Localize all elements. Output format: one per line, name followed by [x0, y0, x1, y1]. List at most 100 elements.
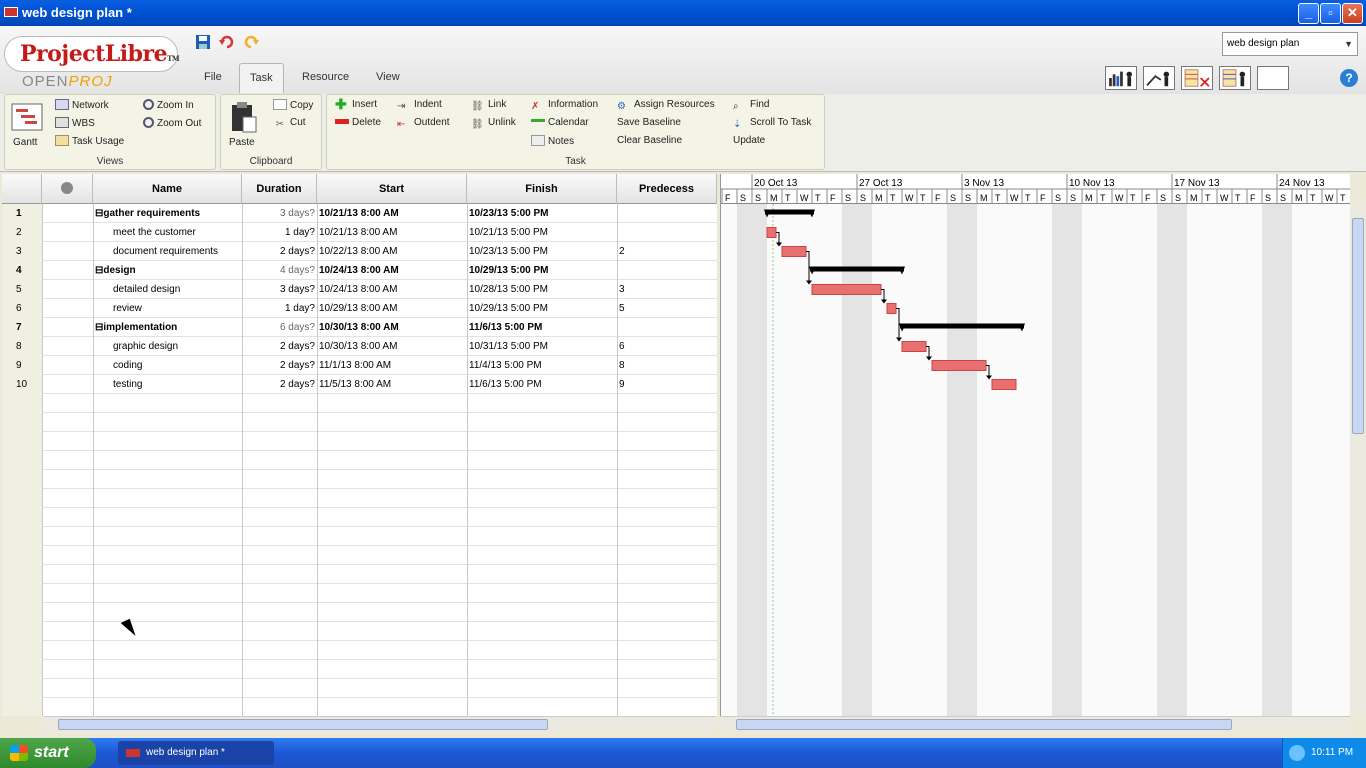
row-number[interactable]: 7 — [2, 318, 42, 337]
row-number[interactable] — [2, 470, 42, 489]
tab-task[interactable]: Task — [239, 63, 284, 93]
task-name[interactable]: detailed design — [93, 280, 242, 299]
task-predecessors[interactable] — [617, 318, 717, 337]
grid-horizontal-scrollbar[interactable] — [44, 716, 716, 732]
row-number[interactable] — [2, 622, 42, 641]
table-row[interactable] — [2, 584, 717, 603]
table-row[interactable] — [2, 603, 717, 622]
table-row[interactable] — [2, 470, 717, 489]
table-row[interactable] — [2, 451, 717, 470]
zoom-in-button[interactable]: Zoom In — [143, 99, 194, 111]
row-number[interactable] — [2, 698, 42, 716]
task-finish[interactable]: 10/29/13 5:00 PM — [467, 261, 617, 280]
network-button[interactable]: Network — [55, 99, 109, 111]
task-duration[interactable]: 1 day? — [242, 223, 315, 242]
outdent-button[interactable]: ⇤ Outdent — [397, 117, 450, 130]
table-row[interactable]: 10 testing 2 days? 11/5/13 8:00 AM 11/6/13 5… — [2, 375, 717, 394]
row-number[interactable] — [2, 565, 42, 584]
table-row[interactable] — [2, 546, 717, 565]
insert-button[interactable]: ✚ Insert — [335, 97, 377, 111]
delete-button[interactable]: Delete — [335, 117, 381, 128]
row-number[interactable]: 8 — [2, 337, 42, 356]
project-select[interactable]: web design plan ▼ — [1222, 32, 1358, 56]
task-usage-button[interactable]: Task Usage — [55, 135, 124, 147]
paste-button[interactable]: Paste — [229, 137, 255, 148]
task-finish[interactable]: 10/21/13 5:00 PM — [467, 223, 617, 242]
task-duration[interactable]: 3 days? — [242, 280, 315, 299]
table-row[interactable] — [2, 565, 717, 584]
task-name[interactable]: meet the customer — [93, 223, 242, 242]
task-finish[interactable]: 11/6/13 5:00 PM — [467, 318, 617, 337]
table-row[interactable]: 7 ⊟implementation 6 days? 10/30/13 8:00 AM 1… — [2, 318, 717, 337]
task-finish[interactable]: 10/29/13 5:00 PM — [467, 299, 617, 318]
row-number[interactable]: 4 — [2, 261, 42, 280]
row-number[interactable]: 1 — [2, 204, 42, 223]
indent-button[interactable]: ⇥ Indent — [397, 99, 442, 112]
row-number[interactable] — [2, 432, 42, 451]
table-row[interactable]: 8 graphic design 2 days? 10/30/13 8:00 AM 10… — [2, 337, 717, 356]
task-name[interactable]: document requirements — [93, 242, 242, 261]
tab-view[interactable]: View — [366, 63, 410, 93]
unlink-button[interactable]: ⛓ Unlink — [471, 117, 516, 130]
table-row[interactable] — [2, 394, 717, 413]
row-number[interactable] — [2, 679, 42, 698]
gantt-scroll-thumb[interactable] — [736, 719, 1232, 730]
task-predecessors[interactable]: 3 — [617, 280, 717, 299]
table-row[interactable]: 4 ⊟design 4 days? 10/24/13 8:00 AM 10/29/13 … — [2, 261, 717, 280]
row-number[interactable]: 3 — [2, 242, 42, 261]
task-duration[interactable]: 6 days? — [242, 318, 315, 337]
task-predecessors[interactable]: 2 — [617, 242, 717, 261]
row-number[interactable] — [2, 641, 42, 660]
update-button[interactable]: Update — [733, 135, 765, 146]
maximize-button[interactable]: ▫ — [1320, 3, 1341, 24]
charts-view-icon[interactable] — [1143, 66, 1175, 90]
table-row[interactable]: 9 coding 2 days? 11/1/13 8:00 AM 11/4/13 5:0… — [2, 356, 717, 375]
header-indicators[interactable] — [42, 174, 93, 204]
start-button[interactable]: start — [0, 738, 96, 768]
table-row[interactable] — [2, 489, 717, 508]
copy-button[interactable]: Copy — [273, 99, 313, 111]
task-name[interactable]: ⊟implementation — [93, 318, 242, 337]
task-predecessors[interactable]: 8 — [617, 356, 717, 375]
row-number[interactable] — [2, 451, 42, 470]
header-finish[interactable]: Finish — [467, 174, 617, 204]
task-duration[interactable]: 1 day? — [242, 299, 315, 318]
minimize-button[interactable]: _ — [1298, 3, 1319, 24]
table-row[interactable] — [2, 641, 717, 660]
table-row[interactable] — [2, 527, 717, 546]
task-start[interactable]: 10/24/13 8:00 AM — [317, 261, 467, 280]
task-name[interactable]: ⊟design — [93, 261, 242, 280]
task-finish[interactable]: 10/28/13 5:00 PM — [467, 280, 617, 299]
tab-resource[interactable]: Resource — [292, 63, 359, 93]
row-number[interactable] — [2, 394, 42, 413]
gantt-horizontal-scrollbar[interactable] — [720, 716, 1350, 732]
table-row[interactable]: 1 ⊟gather requirements 3 days? 10/21/13 8:0… — [2, 204, 717, 223]
row-number[interactable] — [2, 546, 42, 565]
row-number[interactable]: 10 — [2, 375, 42, 394]
row-number[interactable] — [2, 413, 42, 432]
link-button[interactable]: ⛓ Link — [471, 99, 506, 112]
task-duration[interactable]: 4 days? — [242, 261, 315, 280]
task-start[interactable]: 10/21/13 8:00 AM — [317, 223, 467, 242]
task-finish[interactable]: 10/31/13 5:00 PM — [467, 337, 617, 356]
vertical-scroll-thumb[interactable] — [1352, 218, 1364, 434]
histogram-view-icon[interactable] — [1105, 66, 1137, 90]
find-button[interactable]: ⌕ Find — [733, 99, 769, 112]
cut-button[interactable]: ✂ Cut — [273, 117, 306, 130]
task-duration[interactable]: 3 days? — [242, 204, 315, 223]
task-name[interactable]: ⊟gather requirements — [93, 204, 242, 223]
row-number[interactable]: 2 — [2, 223, 42, 242]
task-predecessors[interactable] — [617, 261, 717, 280]
row-number[interactable] — [2, 660, 42, 679]
clear-baseline-button[interactable]: Clear Baseline — [617, 135, 682, 146]
wbs-button[interactable]: WBS — [55, 117, 95, 129]
table-row[interactable] — [2, 679, 717, 698]
row-number[interactable] — [2, 584, 42, 603]
blank-view-icon[interactable] — [1257, 66, 1289, 90]
task-finish[interactable]: 10/23/13 5:00 PM — [467, 204, 617, 223]
task-predecessors[interactable] — [617, 223, 717, 242]
row-number[interactable] — [2, 603, 42, 622]
header-start[interactable]: Start — [317, 174, 467, 204]
task-predecessors[interactable]: 5 — [617, 299, 717, 318]
task-name[interactable]: graphic design — [93, 337, 242, 356]
